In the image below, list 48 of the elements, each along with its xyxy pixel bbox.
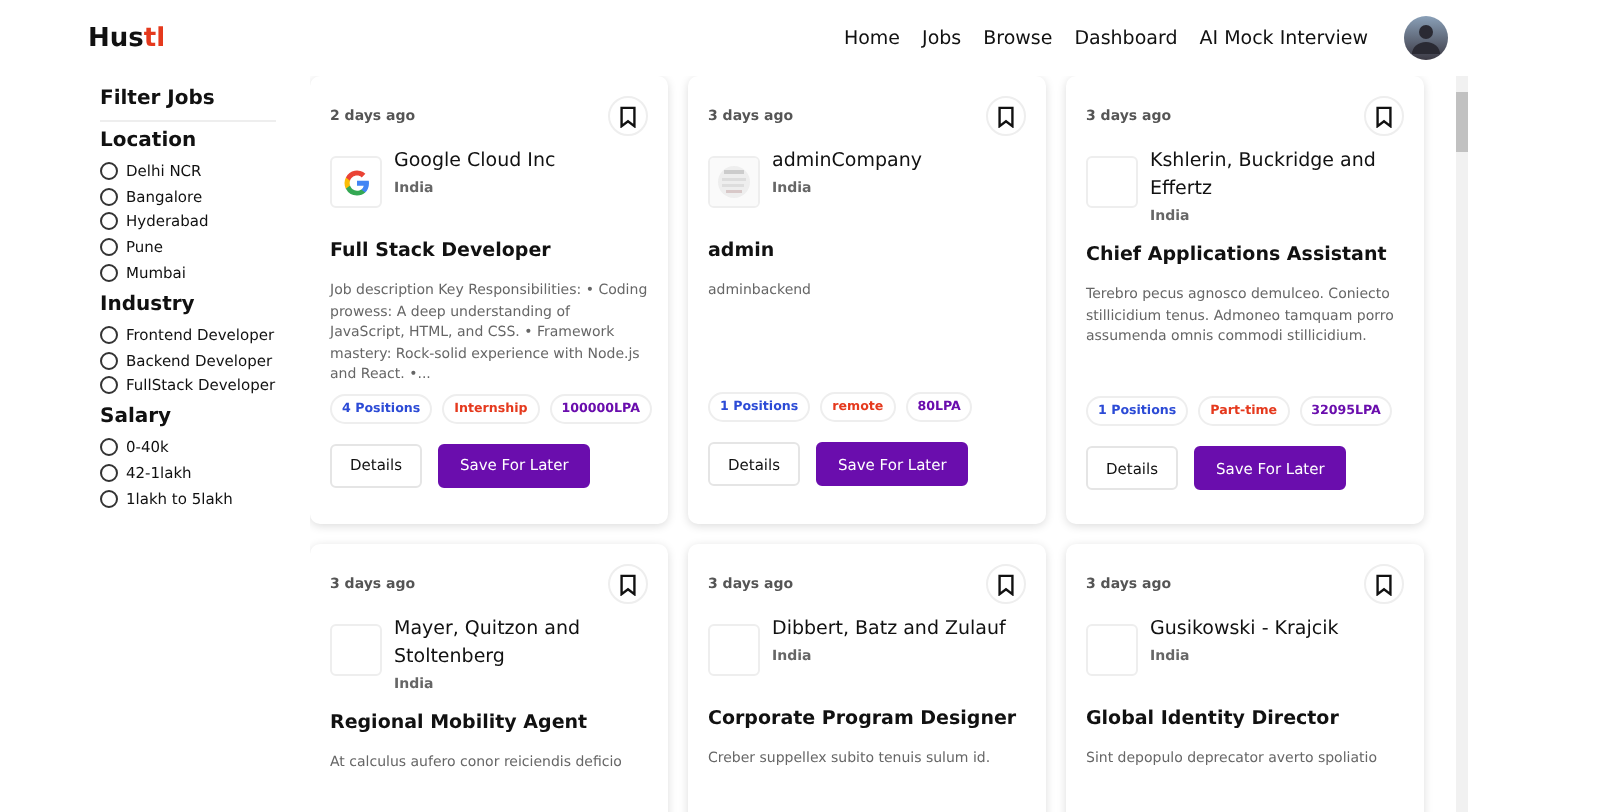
avatar[interactable] xyxy=(1404,16,1448,60)
company-name: adminCompany xyxy=(772,148,924,176)
job-title: admin xyxy=(708,240,777,262)
job-title: Corporate Program Designer xyxy=(708,708,1019,730)
company-name: Mayer, Quitzon and Stoltenberg xyxy=(394,616,583,672)
company-name: Dibbert, Batz and Zulauf xyxy=(772,616,1008,644)
bookmark-button[interactable] xyxy=(986,564,1026,604)
filter-title: Filter Jobs xyxy=(100,88,276,122)
job-title: Full Stack Developer xyxy=(330,240,553,262)
bookmark-icon xyxy=(618,105,638,127)
logo[interactable]: Hustl xyxy=(88,23,844,53)
nav-link[interactable]: AI Mock Interview xyxy=(1199,27,1368,49)
bookmark-icon xyxy=(1374,105,1394,127)
bookmark-icon xyxy=(618,573,638,595)
nav-link[interactable]: Dashboard xyxy=(1074,27,1178,49)
bookmark-icon xyxy=(1374,573,1394,595)
nav-link[interactable]: Home xyxy=(843,27,901,49)
company-name: Google Cloud Inc xyxy=(394,148,558,176)
bookmark-icon xyxy=(996,105,1016,127)
bookmark-icon xyxy=(996,573,1016,595)
radio-button[interactable] xyxy=(100,351,118,370)
filter-heading: Location xyxy=(100,130,199,152)
bookmark-button[interactable] xyxy=(1364,96,1404,136)
radio-button[interactable] xyxy=(100,325,118,344)
radio-button[interactable] xyxy=(100,464,118,483)
radio-button[interactable] xyxy=(100,212,118,231)
radio-button[interactable] xyxy=(100,376,118,395)
bookmark-button[interactable] xyxy=(986,96,1026,136)
radio-button[interactable] xyxy=(100,438,118,457)
bookmark-button[interactable] xyxy=(1364,564,1404,604)
job-title: Regional Mobility Agent xyxy=(330,712,590,734)
bookmark-button[interactable] xyxy=(608,96,648,136)
job-title: Chief Applications Assistant xyxy=(1086,244,1389,266)
radio-button[interactable] xyxy=(100,187,118,206)
nav-link[interactable]: Jobs xyxy=(922,27,962,49)
company-name: Kshlerin, Buckridge and Effertz xyxy=(1150,148,1378,204)
bookmark-button[interactable] xyxy=(608,564,648,604)
filter-heading: Salary xyxy=(100,406,174,429)
radio-button[interactable] xyxy=(100,161,118,180)
nav-link[interactable]: Browse xyxy=(983,27,1053,49)
company-name: Gusikowski - Krajcik xyxy=(1150,616,1341,644)
radio-button[interactable] xyxy=(100,238,118,257)
google-logo-icon xyxy=(341,167,371,197)
radio-button[interactable] xyxy=(100,264,118,283)
filter-heading: Industry xyxy=(100,293,197,316)
radio-button[interactable] xyxy=(100,489,118,508)
scrollbar[interactable] xyxy=(1456,76,1468,812)
job-title: Global Identity Director xyxy=(1086,708,1341,730)
